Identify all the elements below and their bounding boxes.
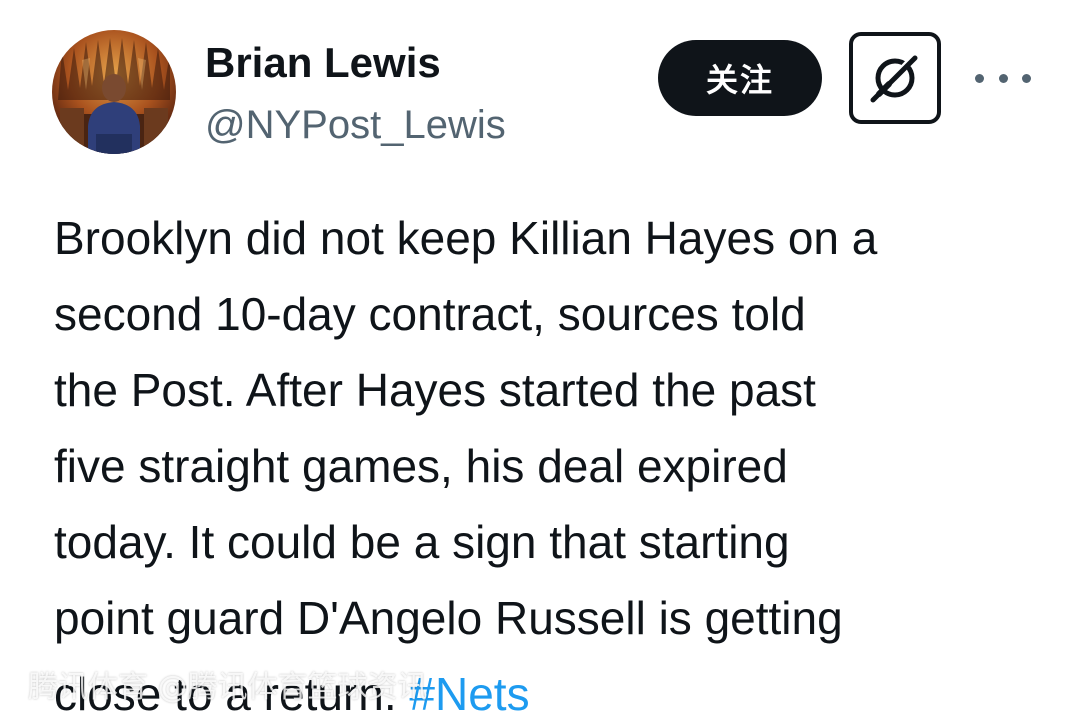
avatar[interactable] <box>52 30 176 154</box>
tweet-line: the Post. After Hayes started the past <box>54 364 816 416</box>
grok-button[interactable] <box>849 32 941 124</box>
author-display-name[interactable]: Brian Lewis <box>205 38 441 88</box>
more-options-dot <box>998 73 1008 83</box>
user-avatar-photo-icon <box>58 38 170 154</box>
hashtag-link[interactable]: #Nets <box>409 668 529 720</box>
tweet-line: point guard D'Angelo Russell is getting <box>54 592 843 644</box>
tweet-line: five straight games, his deal expired <box>54 440 788 492</box>
more-options-button[interactable] <box>975 58 1031 98</box>
tweet-page: Brian Lewis @NYPost_Lewis 关注 Brooklyn di… <box>0 0 1080 723</box>
tweet-line: Brooklyn did not keep Killian Hayes on a <box>54 212 878 264</box>
author-handle[interactable]: @NYPost_Lewis <box>205 100 506 150</box>
more-options-icon <box>975 73 984 83</box>
follow-button[interactable]: 关注 <box>658 40 822 116</box>
tweet-last-line: close to a return. #Nets <box>54 656 1054 723</box>
tweet-line: second 10-day contract, sources told <box>54 288 806 340</box>
tweet-body: Brooklyn did not keep Killian Hayes on a… <box>54 200 1054 723</box>
grok-icon <box>870 55 918 103</box>
more-options-dot <box>1022 73 1031 83</box>
tweet-line: close to a return. <box>54 668 397 720</box>
tweet-line: today. It could be a sign that starting <box>54 516 790 568</box>
tweet-header: Brian Lewis @NYPost_Lewis 关注 <box>0 0 1080 180</box>
